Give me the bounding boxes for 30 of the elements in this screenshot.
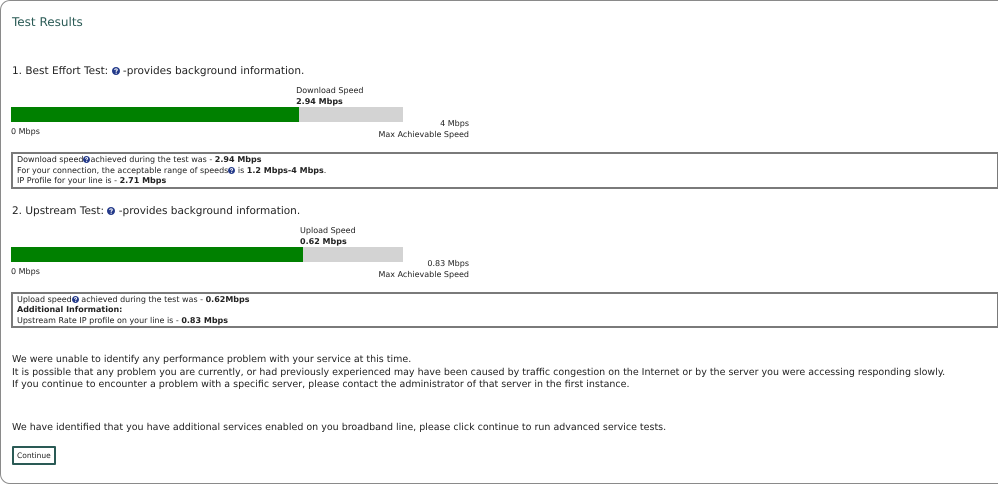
message-text: We have identified that you have additional services enabled on you broadband line, please click continue to run advanced service tests. [12,422,668,434]
info-line: Download speed achieved during the test was - 2.94 Mbps [17,155,262,166]
info-line: Additional Information: [17,305,124,316]
help-icon[interactable] [107,206,116,214]
page-title: Test Results [12,14,84,30]
section-heading: 2. Upstream Test: [12,204,104,216]
help-text: -provides background information. [118,204,300,216]
help-icon[interactable] [83,156,90,163]
max-value: 0.83 Mbps [426,258,469,268]
section-heading: 1. Best Effort Test: [12,65,108,77]
help-text: -provides background information. [122,65,304,77]
help-icon[interactable] [112,67,120,75]
speed-value: 2.94 Mbps [296,96,344,107]
speed-label: Upload Speed [300,224,357,236]
speed-label: Download Speed [296,85,364,96]
max-value: 4 Mbps [439,118,469,129]
min-label: 0 Mbps [11,126,40,137]
max-label: Max Achievable Speed [378,268,469,280]
info-line: IP Profile for your line is - 2.71 Mbps [17,176,168,186]
info-line: For your connection, the acceptable range of speeds is 1.2 Mbps-4 Mbps. [17,166,328,176]
help-icon[interactable] [228,166,236,174]
min-label: 0 Mbps [11,266,40,276]
info-line: Upstream Rate IP profile on your line is - 0.83 Mbps [17,316,230,326]
info-line: Upload speed achieved during the test was - 0.62Mbps [17,294,251,305]
message-text: If you continue to encounter a problem with a specific server, please contact the administrator of that server in the first instance. [12,379,630,392]
message-text: It is possible that any problem you are currently, or had previously experienced may have been caused by traffic congestion on the Internet or by the server you were accessing responding slowly. [12,366,946,379]
max-label: Max Achievable Speed [378,129,469,140]
message-text: We were unable to identify any performance problem with your service at this time. [12,354,412,366]
speed-value: 0.62 Mbps [300,236,348,246]
help-icon[interactable] [72,296,79,302]
